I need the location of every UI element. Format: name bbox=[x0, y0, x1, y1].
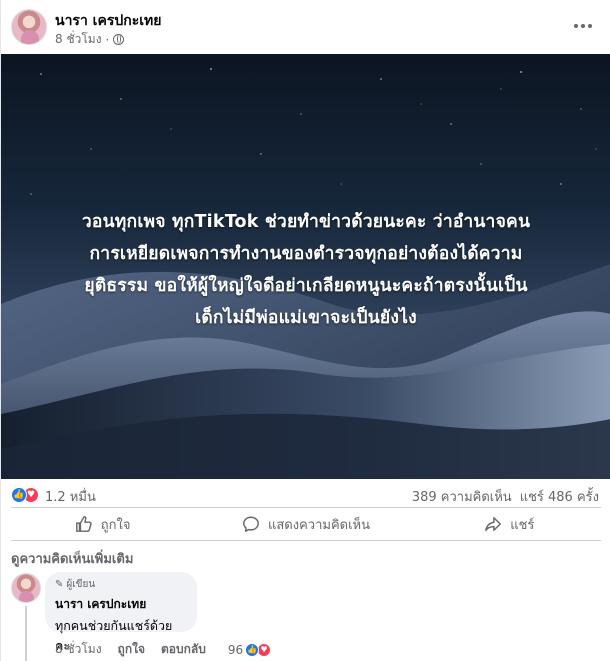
post-image[interactable]: วอนทุกเพจ ทุกTikTok ช่วยทำข่าวด้วยนะคะ ว… bbox=[1, 54, 610, 479]
view-more-comments-link[interactable]: ดูความคิดเห็นเพิ่มเติม bbox=[11, 548, 133, 569]
reaction-icons[interactable]: 👍 ♥ bbox=[11, 487, 39, 503]
reaction-count[interactable]: 1.2 หมื่น bbox=[45, 486, 96, 507]
post-stats: 👍 ♥ 1.2 หมื่น 389 ความคิดเห็น แชร์ 486 ค… bbox=[1, 482, 610, 508]
comment-label: แสดงความคิดเห็น bbox=[267, 517, 370, 533]
share-count[interactable]: แชร์ 486 ครั้ง bbox=[520, 486, 599, 507]
dot-icon bbox=[581, 24, 585, 28]
dot-icon bbox=[588, 24, 592, 28]
share-label: แชร์ bbox=[510, 517, 535, 533]
pencil-icon: ✎ bbox=[55, 579, 64, 590]
love-reaction-icon: ♥ bbox=[257, 642, 272, 657]
post-card: นารา เครปกะเทย 8 ชั่วโมง · วอนทุกเพจ ทุก… bbox=[0, 0, 610, 661]
comment-like-button[interactable]: ถูกใจ bbox=[118, 640, 145, 659]
image-text-line: การเหยียดเพจการทำงานของตำรวจทุกอย่างต้อง… bbox=[89, 244, 523, 264]
comment-thread-line bbox=[25, 606, 27, 661]
comment-button[interactable]: แสดงความคิดเห็น bbox=[204, 509, 407, 539]
action-bar: ถูกใจ แสดงความคิดเห็น แชร์ bbox=[1, 509, 610, 539]
like-reaction-icon: 👍 bbox=[11, 487, 27, 503]
thumbs-up-icon bbox=[75, 516, 92, 532]
commenter-name[interactable]: นารา เครปกะเทย bbox=[55, 595, 187, 614]
globe-icon bbox=[113, 34, 125, 45]
image-text-line: เด็กไม่มีพ่อแม่เขาจะเป็นยังไง bbox=[195, 308, 417, 328]
comment-bubble: ✎ ผู้เขียน นารา เครปกะเทย ทุกคนช่วยกันแช… bbox=[45, 572, 197, 653]
divider bbox=[11, 507, 601, 508]
author-name[interactable]: นารา เครปกะเทย bbox=[55, 10, 161, 32]
author-badge: ✎ ผู้เขียน bbox=[55, 577, 187, 592]
comment-count[interactable]: 389 ความคิดเห็น bbox=[412, 486, 512, 507]
comment-reactions[interactable]: 96 👍 ♥ bbox=[227, 642, 272, 657]
like-reaction-icon: 👍 bbox=[245, 642, 260, 657]
share-button[interactable]: แชร์ bbox=[408, 509, 610, 539]
comment-time[interactable]: 8 ชั่วโมง bbox=[55, 640, 102, 659]
divider bbox=[11, 540, 601, 541]
post-image-text: วอนทุกเพจ ทุกTikTok ช่วยทำข่าวด้วยนะคะ ว… bbox=[21, 206, 591, 334]
commenter-avatar[interactable] bbox=[11, 573, 41, 603]
comment-bubble-icon bbox=[243, 516, 259, 532]
post-header: นารา เครปกะเทย 8 ชั่วโมง · bbox=[1, 0, 610, 54]
like-button[interactable]: ถูกใจ bbox=[1, 509, 204, 539]
stats-right: 389 ความคิดเห็น แชร์ 486 ครั้ง bbox=[412, 486, 599, 507]
comment-meta: 8 ชั่วโมง ถูกใจ ตอบกลับ 96 👍 ♥ bbox=[55, 640, 272, 659]
comment-reply-button[interactable]: ตอบกลับ bbox=[161, 640, 206, 659]
more-options-button[interactable] bbox=[569, 12, 597, 40]
author-avatar[interactable] bbox=[11, 9, 47, 45]
post-time[interactable]: 8 ชั่วโมง bbox=[55, 30, 102, 49]
dot-icon bbox=[574, 24, 578, 28]
post-meta: 8 ชั่วโมง · bbox=[55, 30, 125, 49]
comment-reaction-count: 96 bbox=[227, 642, 244, 657]
image-text-line: วอนทุกเพจ ทุกTikTok ช่วยทำข่าวด้วยนะคะ ว… bbox=[81, 212, 531, 232]
share-arrow-icon bbox=[485, 516, 502, 532]
author-badge-label: ผู้เขียน bbox=[66, 579, 96, 590]
like-label: ถูกใจ bbox=[100, 517, 131, 533]
image-text-line: ยุติธรรม ขอให้ผู้ใหญ่ใจดีอย่าเกลียดหนูนะ… bbox=[84, 276, 528, 296]
